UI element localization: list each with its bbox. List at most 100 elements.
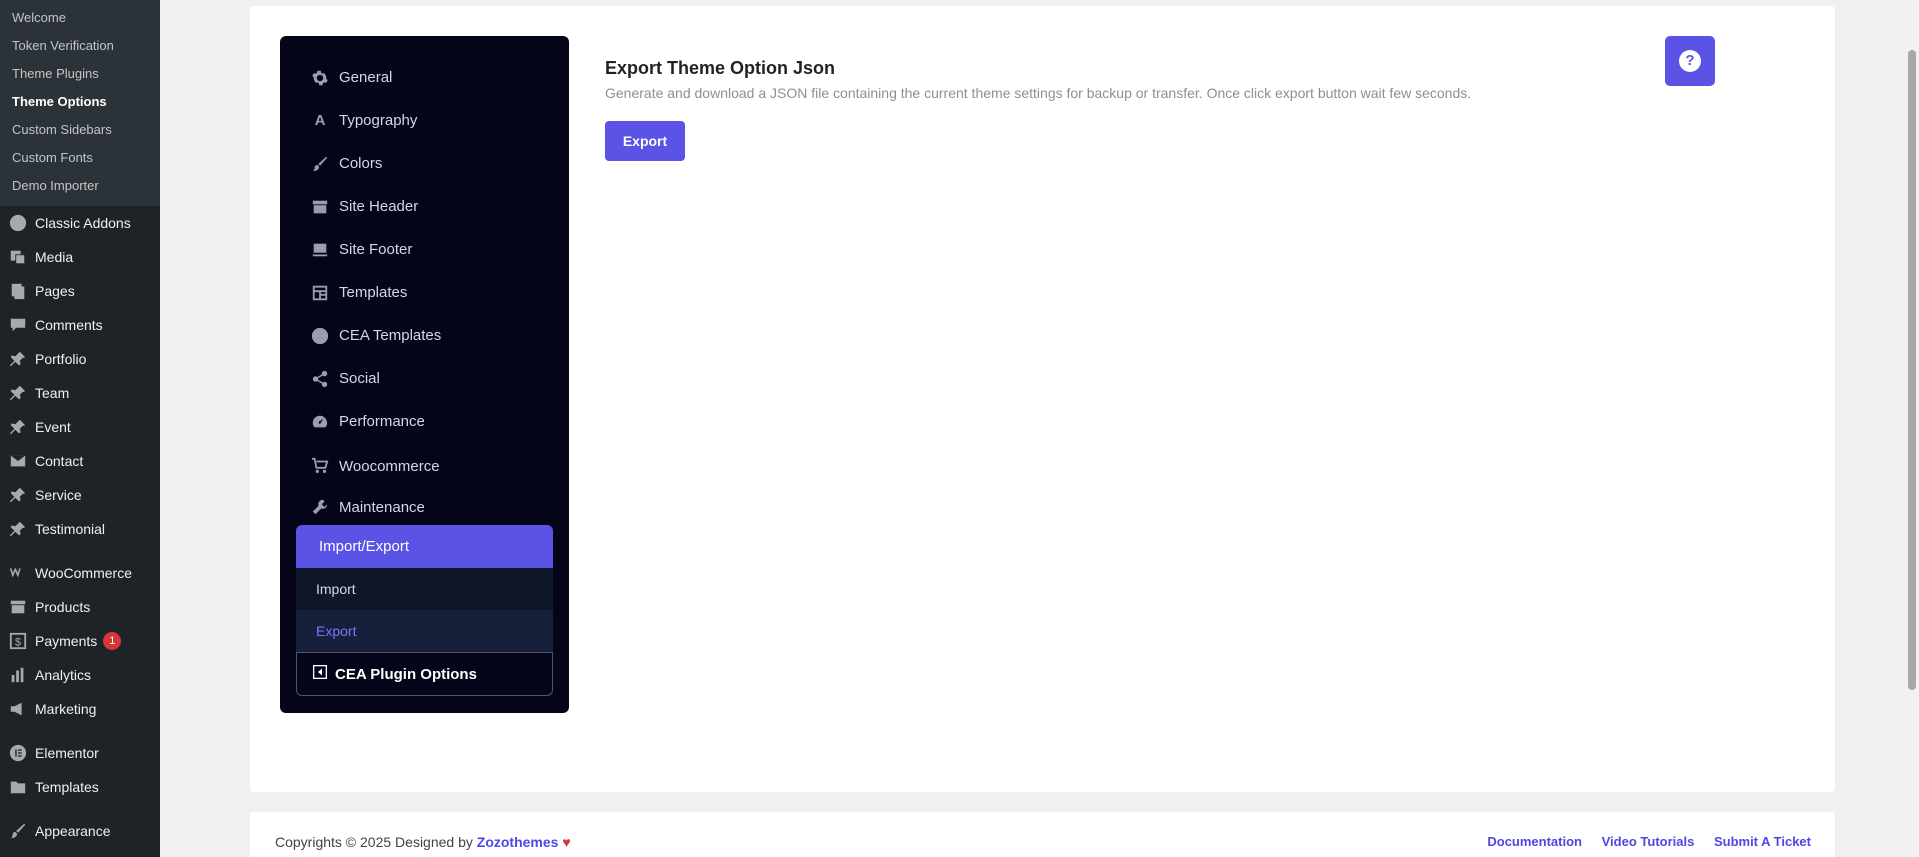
question-icon: ?	[1679, 50, 1701, 72]
menu-label: WooCommerce	[35, 565, 132, 581]
menu-label: Classic Addons	[35, 215, 131, 231]
menu-label: Elementor	[35, 745, 99, 761]
nav-label: General	[339, 69, 393, 86]
brush-icon	[8, 821, 28, 841]
menu-payments[interactable]: $ Payments 1	[0, 624, 160, 658]
nav-woocommerce[interactable]: Woocommerce	[280, 443, 569, 489]
typography-icon: A	[314, 112, 326, 129]
nav-site-header[interactable]: Site Header	[280, 185, 569, 228]
menu-label: Event	[35, 419, 71, 435]
menu-label: Comments	[35, 317, 103, 333]
nav-templates[interactable]: Templates	[280, 271, 569, 314]
nav-performance[interactable]: Performance	[280, 400, 569, 443]
comments-icon	[8, 315, 28, 335]
submenu-welcome[interactable]: Welcome	[0, 4, 160, 32]
help-button[interactable]: ?	[1665, 36, 1715, 86]
wp-admin-sidebar: Welcome Token Verification Theme Plugins…	[0, 0, 160, 857]
menu-woocommerce[interactable]: WooCommerce	[0, 556, 160, 590]
footer: Copyrights © 2025 Designed by Zozothemes…	[250, 812, 1835, 857]
plugin-options-icon	[312, 664, 328, 683]
nav-label: Site Header	[339, 198, 419, 215]
header-icon	[310, 197, 330, 217]
menu-marketing[interactable]: Marketing	[0, 692, 160, 726]
copyright-text: Copyrights © 2025 Designed by	[275, 834, 473, 850]
submit-ticket-link[interactable]: Submit A Ticket	[1714, 834, 1811, 849]
menu-contact[interactable]: Contact	[0, 444, 160, 478]
menu-comments[interactable]: Comments	[0, 308, 160, 342]
addons-icon	[8, 213, 28, 233]
menu-label: Team	[35, 385, 70, 401]
megaphone-icon	[8, 699, 28, 719]
nav-maintenance[interactable]: Maintenance	[280, 489, 569, 525]
share-icon	[310, 369, 330, 389]
documentation-link[interactable]: Documentation	[1487, 834, 1582, 849]
menu-products[interactable]: Products	[0, 590, 160, 624]
submenu-theme-plugins[interactable]: Theme Plugins	[0, 60, 160, 88]
menu-label: Contact	[35, 453, 84, 469]
nav-cea-templates[interactable]: CEA Templates	[280, 314, 569, 357]
panel-description: Generate and download a JSON file contai…	[605, 85, 1472, 101]
menu-label: Pages	[35, 283, 75, 299]
menu-service[interactable]: Service	[0, 478, 160, 512]
nav-colors[interactable]: Colors	[280, 142, 569, 185]
mail-icon	[8, 451, 28, 471]
submenu-demo-importer[interactable]: Demo Importer	[0, 172, 160, 200]
scrollbar-thumb[interactable]	[1908, 50, 1916, 690]
nav-site-footer[interactable]: Site Footer	[280, 228, 569, 271]
menu-label: Media	[35, 249, 74, 265]
active-pointer	[569, 621, 585, 641]
nav-label: CEA Templates	[339, 327, 442, 344]
nav-label: CEA Plugin Options	[335, 665, 477, 683]
menu-separator	[0, 546, 160, 556]
menu-elementor[interactable]: Elementor	[0, 736, 160, 770]
submenu-custom-fonts[interactable]: Custom Fonts	[0, 144, 160, 172]
nav-label: Site Footer	[339, 241, 413, 258]
menu-team[interactable]: Team	[0, 376, 160, 410]
menu-event[interactable]: Event	[0, 410, 160, 444]
dashboard-icon	[310, 412, 330, 432]
page-scrollbar[interactable]	[1905, 0, 1919, 857]
nav-label: Social	[339, 370, 380, 387]
menu-classic-addons[interactable]: Classic Addons	[0, 206, 160, 240]
theme-options-nav: General A Typography Colors Site Header …	[280, 36, 585, 713]
submenu-theme-options[interactable]: Theme Options	[0, 88, 160, 116]
menu-label: Products	[35, 599, 91, 615]
submenu-token-verification[interactable]: Token Verification	[0, 32, 160, 60]
menu-label: Appearance	[35, 823, 111, 839]
menu-templates[interactable]: Templates	[0, 770, 160, 804]
nav-sub-import[interactable]: Import	[296, 568, 553, 610]
nav-label: Colors	[339, 155, 383, 172]
nav-sub-export[interactable]: Export	[296, 610, 553, 652]
nav-label: Typography	[339, 112, 418, 129]
templates-icon	[310, 283, 330, 303]
menu-testimonial[interactable]: Testimonial	[0, 512, 160, 546]
pin-icon	[8, 349, 28, 369]
menu-appearance[interactable]: Appearance	[0, 814, 160, 848]
pages-icon	[8, 281, 28, 301]
nav-cea-plugin-options[interactable]: CEA Plugin Options	[296, 652, 553, 696]
menu-pages[interactable]: Pages	[0, 274, 160, 308]
video-tutorials-link[interactable]: Video Tutorials	[1602, 834, 1695, 849]
payments-badge: 1	[103, 632, 122, 650]
pin-icon	[8, 417, 28, 437]
nav-social[interactable]: Social	[280, 357, 569, 400]
heart-icon: ♥	[562, 834, 571, 850]
export-button[interactable]: Export	[605, 121, 685, 161]
menu-portfolio[interactable]: Portfolio	[0, 342, 160, 376]
nav-import-export[interactable]: Import/Export	[296, 525, 553, 569]
nav-typography[interactable]: A Typography	[280, 99, 569, 142]
menu-label: Service	[35, 487, 82, 503]
brush-icon	[310, 154, 330, 174]
nav-label: Import/Export	[319, 538, 410, 555]
menu-label: Testimonial	[35, 521, 106, 537]
footer-icon	[310, 240, 330, 260]
zozothemes-link[interactable]: Zozothemes	[477, 834, 559, 850]
cart-icon	[310, 456, 330, 476]
nav-general[interactable]: General	[280, 56, 569, 99]
submenu-custom-sidebars[interactable]: Custom Sidebars	[0, 116, 160, 144]
nav-label: Maintenance	[339, 498, 425, 516]
menu-analytics[interactable]: Analytics	[0, 658, 160, 692]
footer-links: Documentation Video Tutorials Submit A T…	[1471, 834, 1811, 849]
menu-media[interactable]: Media	[0, 240, 160, 274]
dollar-icon: $	[8, 631, 28, 651]
